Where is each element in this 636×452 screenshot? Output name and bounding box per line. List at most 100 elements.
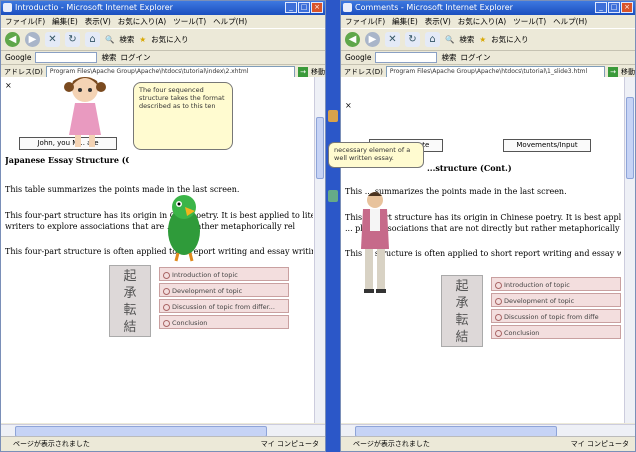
girl-agent-character[interactable] [63,77,109,151]
menu-tools[interactable]: ツール(T) [173,15,206,28]
menu-favorites[interactable]: お気に入り(A) [458,15,506,28]
google-search-input[interactable] [35,52,98,63]
paragraph-3: This four-part structure is often applie… [5,247,313,256]
toolbar: ◀ ▶ ✕ ↻ ⌂ 🔍 検索 ★ お気に入り [341,28,635,51]
diagram-row-development: Development of topic [159,283,289,297]
desktop-gap [326,0,340,452]
diagram-row-introduction: Introduction of topic [159,267,289,281]
star-icon[interactable]: ★ [139,35,146,44]
menu-edit[interactable]: 編集(E) [392,15,418,28]
close-x[interactable]: × [345,101,352,110]
kanji-ki: 起 [455,279,469,294]
stop-icon[interactable]: ✕ [385,32,400,47]
vertical-scrollbar[interactable] [624,77,635,423]
home-icon[interactable]: ⌂ [425,32,440,47]
favorites-button[interactable]: お気に入り [151,34,189,45]
page-heading: Japanese Essay Structure (C... [5,155,129,165]
stop-icon[interactable]: ✕ [45,32,60,47]
scroll-thumb[interactable] [626,97,634,179]
title-bar[interactable]: Introductio - Microsoft Internet Explore… [1,1,325,15]
status-bar: ページが表示されました マイ コンピュータ [1,436,325,451]
kanji-ketsu: 結 [123,320,137,335]
man-agent-character[interactable] [355,189,395,297]
kanji-sho: 承 [455,296,469,311]
diagram-row-development: Development of topic [491,293,621,307]
favorites-button[interactable]: お気に入り [491,34,529,45]
google-search-button[interactable]: 検索 [101,52,116,63]
star-icon[interactable]: ★ [479,35,486,44]
menu-help[interactable]: ヘルプ(H) [213,15,247,28]
menu-edit[interactable]: 編集(E) [52,15,78,28]
movements-button[interactable]: Movements/Input [503,139,591,152]
scroll-thumb[interactable] [316,117,324,179]
menu-help[interactable]: ヘルプ(H) [553,15,587,28]
google-toolbar: Google 検索 ログイン [341,51,635,65]
maximize-button[interactable]: □ [298,2,310,13]
ie-icon [3,3,12,12]
close-button[interactable]: × [621,2,633,13]
google-search-button[interactable]: 検索 [441,52,456,63]
go-button[interactable]: 移動 [621,67,635,77]
forward-icon[interactable]: ▶ [25,32,40,47]
kishotenketsu-diagram: 起 承 転 結 Introduction of topic Developmen… [109,265,299,345]
toolbar: ◀ ▶ ✕ ↻ ⌂ 🔍 検索 ★ お気に入り [1,28,325,51]
page-content: × Restate state Movements/Input ...struc… [341,77,625,423]
menu-view[interactable]: 表示(V) [85,15,111,28]
menu-tools[interactable]: ツール(T) [513,15,546,28]
refresh-icon[interactable]: ↻ [65,32,80,47]
search-icon[interactable]: 🔍 [105,35,114,44]
parrot-agent-character[interactable] [161,191,207,263]
status-bar: ページが表示されました マイ コンピュータ [341,436,635,451]
minimize-button[interactable]: _ [595,2,607,13]
desktop-icon[interactable] [328,110,338,122]
refresh-icon[interactable]: ↻ [405,32,420,47]
diagram-row-discussion: Discussion of topic from diffe [491,309,621,323]
speech-balloon-right: necessary element of a well written essa… [328,142,424,168]
paragraph-1: This table summarizes the points made in… [5,185,240,194]
title-bar[interactable]: Comments - Microsoft Internet Explorer _… [341,1,635,15]
status-text: ページが表示されました [13,440,90,448]
search-button[interactable]: 検索 [459,34,474,45]
go-icon[interactable]: → [608,67,618,77]
search-button[interactable]: 検索 [119,34,134,45]
menu-view[interactable]: 表示(V) [425,15,451,28]
paragraph-2b: writers to explore associations that are… [5,222,296,231]
menu-favorites[interactable]: お気に入り(A) [118,15,166,28]
menu-file[interactable]: ファイル(F) [5,15,45,28]
maximize-button[interactable]: □ [608,2,620,13]
browser-window-left: Introductio - Microsoft Internet Explore… [0,0,326,452]
close-x[interactable]: × [5,81,12,90]
close-button[interactable]: × [311,2,323,13]
menu-bar: ファイル(F) 編集(E) 表示(V) お気に入り(A) ツール(T) ヘルプ(… [341,15,635,28]
diagram-row-conclusion: Conclusion [159,315,289,329]
kanji-ten: 転 [455,313,469,328]
google-search-input[interactable] [375,52,438,63]
address-label: アドレス(D) [4,68,43,76]
page-heading: ...structure (Cont.) [427,163,512,173]
back-icon[interactable]: ◀ [5,32,20,47]
ie-icon [343,3,352,12]
home-icon[interactable]: ⌂ [85,32,100,47]
diagram-row-conclusion: Conclusion [491,325,621,339]
google-label: Google [5,53,32,62]
google-login-button[interactable]: ログイン [120,52,150,63]
zone-text: マイ コンピュータ [260,440,319,448]
kanji-ki: 起 [123,269,137,284]
google-login-button[interactable]: ログイン [460,52,490,63]
back-icon[interactable]: ◀ [345,32,360,47]
status-text: ページが表示されました [353,440,430,448]
kanji-column: 起 承 転 結 [441,275,483,347]
menu-file[interactable]: ファイル(F) [345,15,385,28]
forward-icon[interactable]: ▶ [365,32,380,47]
menu-bar: ファイル(F) 編集(E) 表示(V) お気に入り(A) ツール(T) ヘルプ(… [1,15,325,28]
kanji-sho: 承 [123,286,137,301]
vertical-scrollbar[interactable] [314,77,325,423]
diagram-row-discussion: Discussion of topic from differ... [159,299,289,313]
go-button[interactable]: 移動 [311,67,325,77]
desktop-icon[interactable] [328,190,338,202]
paragraph-2a: This four-part structure has its origin … [5,211,313,220]
kanji-ketsu: 結 [455,330,469,345]
search-icon[interactable]: 🔍 [445,35,454,44]
minimize-button[interactable]: _ [285,2,297,13]
go-icon[interactable]: → [298,67,308,77]
